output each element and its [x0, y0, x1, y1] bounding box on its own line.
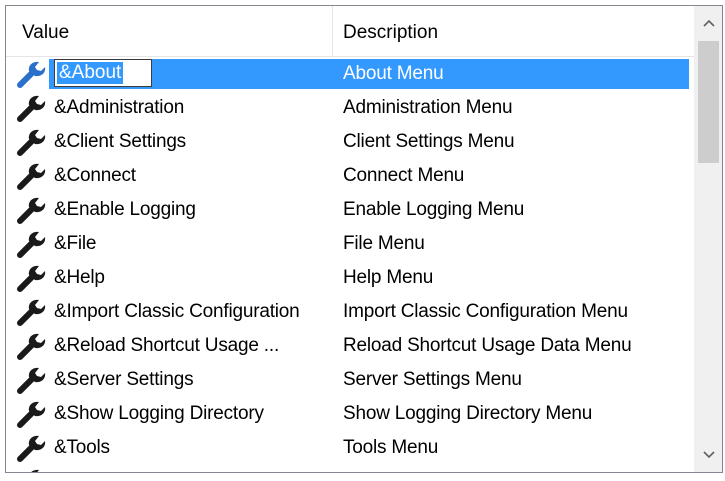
table-row[interactable]: &Import Classic Configuration Import Clas…	[6, 295, 694, 329]
value-cell[interactable]: &Client Settings	[6, 125, 333, 159]
description-cell: File Menu	[343, 233, 425, 254]
description-cell: Tools Menu	[343, 437, 439, 458]
value-text: &View	[54, 465, 107, 472]
table-row[interactable]: &File File Menu	[6, 227, 694, 261]
value-cell[interactable]: &Help	[6, 261, 333, 295]
wrench-icon	[16, 196, 52, 224]
table-row[interactable]: &Help Help Menu	[6, 261, 694, 295]
wrench-icon	[16, 298, 52, 326]
value-text: &File	[54, 233, 97, 254]
value-text: &Reload Shortcut Usage ...	[54, 335, 280, 356]
description-cell: Server Settings Menu	[343, 369, 522, 390]
value-text: &Enable Logging	[54, 199, 196, 220]
value-text: &Administration	[54, 97, 185, 118]
table-row[interactable]: &Reload Shortcut Usage ... Reload Shortcu…	[6, 329, 694, 363]
list-body: &About About Menu &Administration Administr…	[6, 57, 694, 472]
wrench-icon	[16, 94, 52, 122]
table-row[interactable]: &View View Menu	[6, 465, 694, 472]
description-cell: Administration Menu	[343, 97, 513, 118]
column-header-description[interactable]: Description	[333, 6, 694, 56]
value-cell[interactable]: &Server Settings	[6, 363, 333, 397]
wrench-icon	[16, 60, 52, 88]
wrench-icon	[16, 162, 52, 190]
value-cell[interactable]: &Import Classic Configuration	[6, 295, 333, 329]
wrench-icon	[16, 264, 52, 292]
wrench-icon	[16, 366, 52, 394]
value-cell[interactable]: &File	[6, 227, 333, 261]
edit-field-text: &About	[57, 62, 124, 84]
table-row[interactable]: &About About Menu	[6, 57, 694, 91]
description-cell: Client Settings Menu	[343, 131, 515, 152]
table-row[interactable]: &Show Logging Directory Show Logging Dire…	[6, 397, 694, 431]
value-text: &Import Classic Configuration	[54, 301, 300, 322]
description-cell: Reload Shortcut Usage Data Menu	[343, 335, 632, 356]
wrench-icon	[16, 230, 52, 258]
description-cell: View Menu	[343, 465, 435, 472]
description-cell: About Menu	[343, 63, 444, 84]
chevron-up-icon[interactable]	[695, 6, 722, 40]
wrench-icon	[16, 468, 52, 472]
value-text: &Help	[54, 267, 105, 288]
inline-edit-field[interactable]: &About	[54, 59, 152, 87]
description-cell: Help Menu	[343, 267, 434, 288]
value-cell[interactable]: &View	[6, 465, 333, 472]
description-cell: Show Logging Directory Menu	[343, 403, 593, 424]
description-cell: Enable Logging Menu	[343, 199, 525, 220]
value-cell[interactable]: &Enable Logging	[6, 193, 333, 227]
table-row[interactable]: &Server Settings Server Settings Menu	[6, 363, 694, 397]
value-cell[interactable]: &About	[6, 57, 333, 91]
list-header: Value Description	[6, 6, 694, 57]
wrench-icon	[16, 128, 52, 156]
scrollbar-thumb[interactable]	[698, 41, 719, 163]
value-cell[interactable]: &Connect	[6, 159, 333, 193]
value-cell[interactable]: &Reload Shortcut Usage ...	[6, 329, 333, 363]
value-cell[interactable]: &Show Logging Directory	[6, 397, 333, 431]
table-row[interactable]: &Enable Logging Enable Logging Menu	[6, 193, 694, 227]
value-text: &Client Settings	[54, 131, 186, 152]
wrench-icon	[16, 400, 52, 428]
list-view[interactable]: Value Description &About About Menu &Admin…	[5, 5, 723, 473]
column-header-value[interactable]: Value	[6, 6, 333, 56]
vertical-scrollbar[interactable]	[694, 6, 722, 472]
description-cell: Connect Menu	[343, 165, 465, 186]
table-row[interactable]: &Tools Tools Menu	[6, 431, 694, 465]
table-row[interactable]: &Administration Administration Menu	[6, 91, 694, 125]
value-text: &Show Logging Directory	[54, 403, 264, 424]
wrench-icon	[16, 434, 52, 462]
chevron-down-icon[interactable]	[695, 438, 722, 472]
table-row[interactable]: &Connect Connect Menu	[6, 159, 694, 193]
value-text: &Tools	[54, 437, 110, 458]
value-text: &Connect	[54, 165, 136, 186]
value-text: &Server Settings	[54, 369, 194, 390]
value-cell[interactable]: &Tools	[6, 431, 333, 465]
table-row[interactable]: &Client Settings Client Settings Menu	[6, 125, 694, 159]
value-cell[interactable]: &Administration	[6, 91, 333, 125]
description-cell: Import Classic Configuration Menu	[343, 301, 628, 322]
wrench-icon	[16, 332, 52, 360]
